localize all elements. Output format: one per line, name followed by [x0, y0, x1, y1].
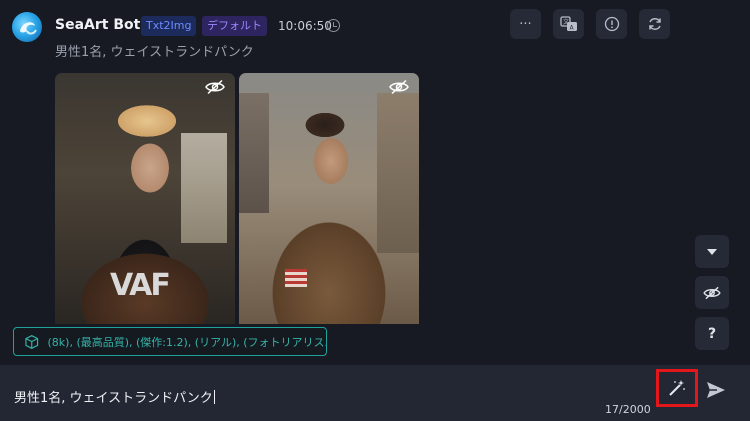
shirt-logo: VAF — [110, 268, 171, 303]
image-background-building — [377, 93, 419, 253]
help-button[interactable]: ? — [695, 317, 729, 350]
text-caret — [213, 390, 215, 404]
info-button[interactable] — [596, 9, 627, 39]
refresh-button[interactable] — [639, 9, 670, 39]
translate-icon: 文 A — [559, 16, 577, 32]
prompt-input-value: 男性1名, ウェイストランドパンク — [14, 391, 213, 406]
message-prompt: 男性1名, ウェイストランドパンク — [55, 45, 254, 60]
prompt-chip[interactable]: (8k), (最高品質), (傑作:1.2), (リアル), (フォトリアリス.… — [13, 327, 327, 356]
eye-off-icon — [703, 286, 721, 299]
magic-prompt-button[interactable] — [656, 369, 698, 407]
help-icon: ? — [707, 325, 717, 342]
eye-off-icon[interactable] — [389, 79, 409, 95]
chevron-down-icon — [707, 248, 717, 255]
flag-patch — [285, 269, 307, 287]
refresh-icon — [648, 18, 661, 30]
more-icon: ··· — [519, 16, 532, 32]
send-icon — [707, 382, 725, 398]
generated-image-1[interactable]: VAF — [55, 73, 235, 324]
prompt-input[interactable]: 男性1名, ウェイストランドパンク — [14, 387, 215, 406]
image-background-building — [239, 93, 269, 213]
cube-icon — [25, 334, 39, 349]
char-counter: 17/2000 — [605, 403, 651, 416]
prompt-chip-text: (8k), (最高品質), (傑作:1.2), (リアル), (フォトリアリス.… — [47, 335, 327, 349]
clock-icon — [327, 19, 340, 32]
style-badge: デフォルト — [202, 16, 267, 36]
magic-wand-icon — [669, 380, 685, 396]
hide-images-button[interactable] — [695, 276, 729, 309]
eye-off-icon[interactable] — [205, 79, 225, 95]
svg-text:文: 文 — [563, 18, 569, 26]
info-icon — [604, 16, 619, 32]
bot-avatar — [12, 12, 42, 42]
more-button[interactable]: ··· — [510, 9, 541, 39]
scroll-down-button[interactable] — [695, 235, 729, 268]
message-timestamp: 10:06:50 — [278, 19, 332, 33]
image-background-window — [181, 133, 227, 243]
seaart-logo-icon — [20, 22, 37, 35]
generated-image-2[interactable] — [239, 73, 419, 324]
send-button[interactable] — [704, 378, 728, 402]
model-badge: Txt2Img — [141, 16, 197, 36]
bot-name: SeaArt Bot — [55, 17, 141, 33]
translate-button[interactable]: 文 A — [553, 9, 584, 39]
chat-area: SeaArt Bot Txt2Img デフォルト 10:06:50 男性1名, … — [0, 0, 750, 365]
